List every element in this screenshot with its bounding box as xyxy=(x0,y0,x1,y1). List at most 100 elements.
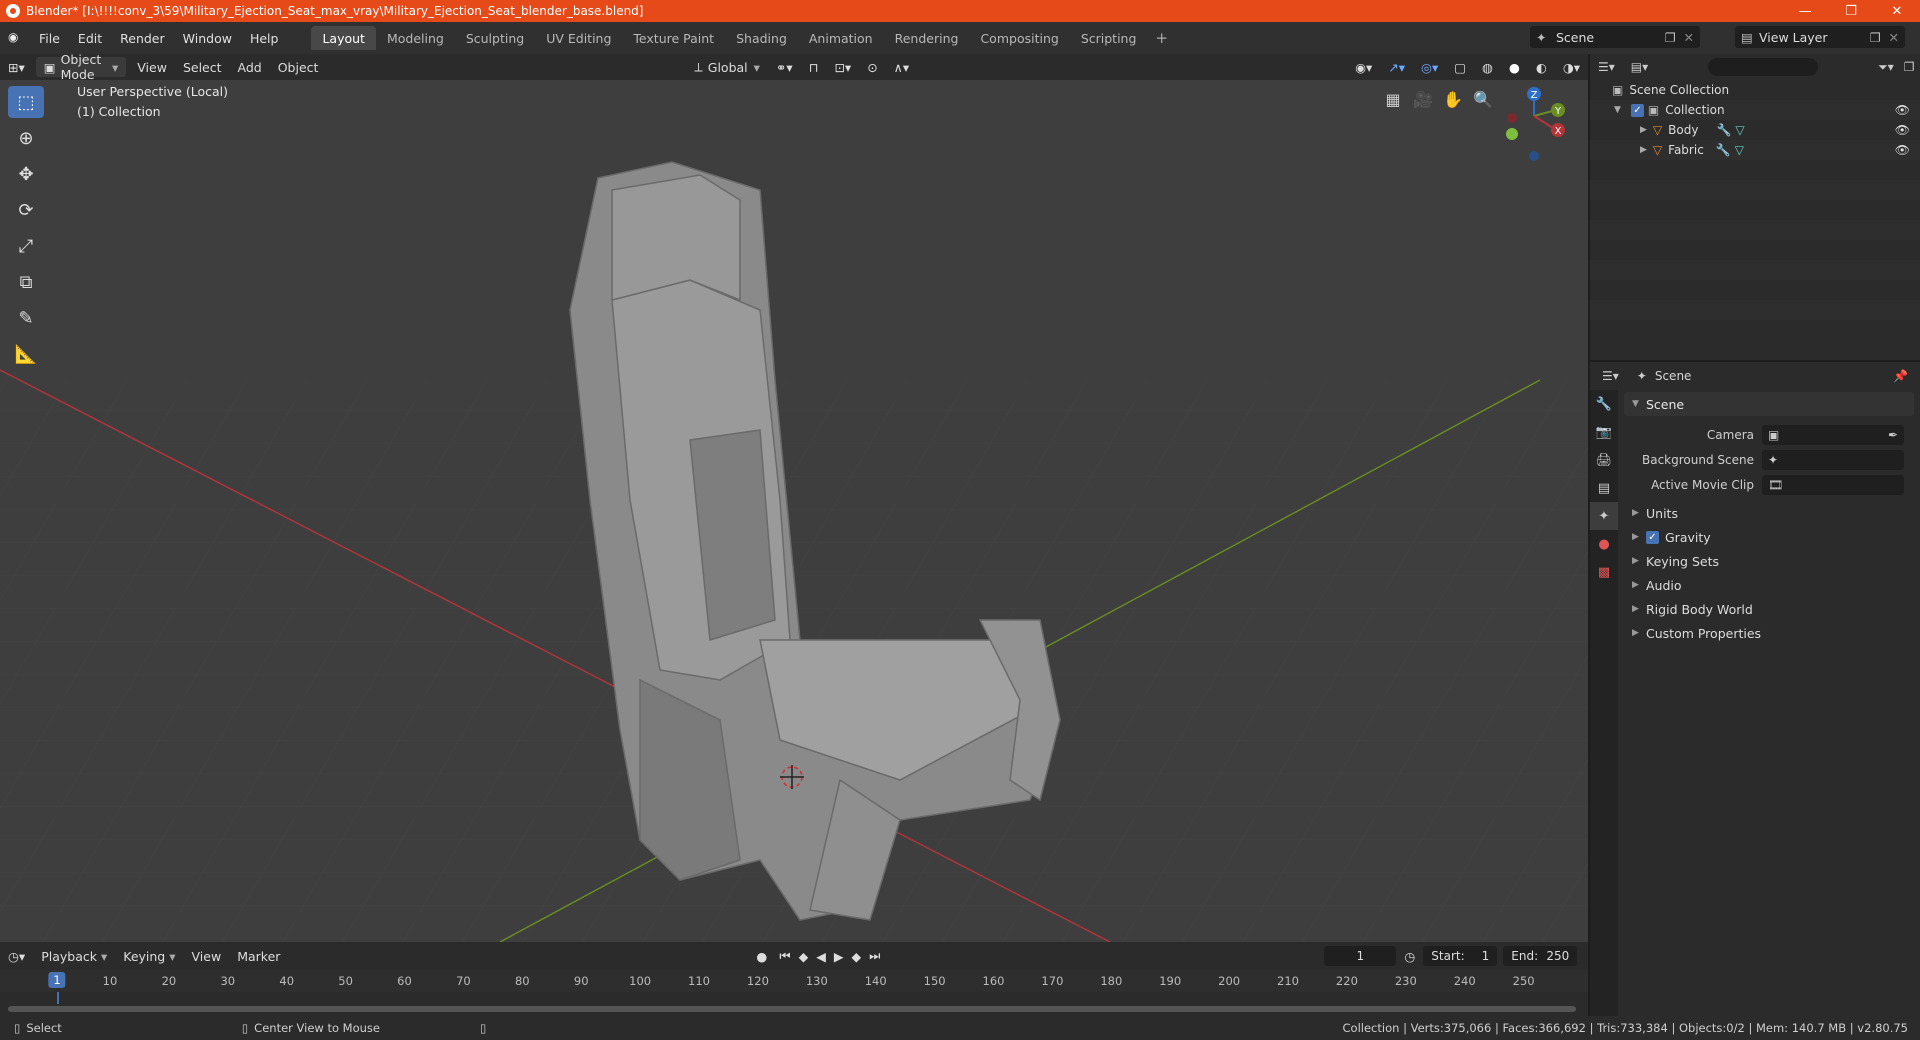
units-subpanel[interactable]: ▶ Units xyxy=(1624,501,1914,525)
falloff-icon[interactable]: ∧▾ xyxy=(886,57,917,77)
modifier-wrench-icon[interactable]: 🔧 xyxy=(1716,123,1731,137)
render-tab-icon[interactable]: 📷 xyxy=(1590,418,1618,446)
eyedropper-icon[interactable]: ✒ xyxy=(1888,428,1898,442)
world-tab-icon[interactable]: ● xyxy=(1590,530,1618,558)
outliner-search-input[interactable] xyxy=(1708,58,1819,76)
add-workspace-icon[interactable]: + xyxy=(1147,26,1176,50)
rendered-shading-icon[interactable]: ◑▾ xyxy=(1555,57,1588,77)
eye-icon[interactable]: 👁 xyxy=(1895,123,1910,137)
snap-icon[interactable]: ⊓ xyxy=(801,57,827,77)
play-reverse-icon[interactable]: ◀ xyxy=(812,946,830,966)
close-button[interactable]: ✕ xyxy=(1874,0,1920,22)
tab-texture-paint[interactable]: Texture Paint xyxy=(622,26,725,50)
tab-shading[interactable]: Shading xyxy=(725,26,798,50)
timeline[interactable]: 1 10 20 30 40 50 60 70 80 90 100 110 120 130 140 150 16… xyxy=(0,970,1588,1016)
menu-keying[interactable]: Keying ▾ xyxy=(115,946,183,966)
expand-arrow-icon[interactable]: ▼ xyxy=(1614,105,1621,115)
background-scene-field[interactable]: ✦ xyxy=(1762,449,1904,470)
tab-sculpting[interactable]: Sculpting xyxy=(455,26,535,50)
3d-viewport[interactable]: Z Y X User Perspective (Local) (1) Colle… xyxy=(0,80,1588,942)
menu-render[interactable]: Render xyxy=(111,31,174,46)
pan-hand-icon[interactable]: ✋ xyxy=(1438,86,1468,112)
audio-subpanel[interactable]: ▶ Audio xyxy=(1624,573,1914,597)
mesh-data-icon[interactable]: ▽ xyxy=(1735,123,1744,137)
menu-timeline-view[interactable]: View xyxy=(184,946,230,966)
outliner-row-body[interactable]: ▶ ▽ Body 🔧 ▽ 👁 xyxy=(1590,120,1920,140)
snap-target-icon[interactable]: ⊡▾ xyxy=(826,57,859,77)
mode-dropdown[interactable]: ▣ Object Mode ▾ xyxy=(35,52,127,82)
expand-arrow-icon[interactable]: ▶ xyxy=(1640,125,1647,135)
record-icon[interactable]: ● xyxy=(748,946,775,966)
tab-uv-editing[interactable]: UV Editing xyxy=(535,26,622,50)
gravity-subpanel[interactable]: ▶ ✓ Gravity xyxy=(1624,525,1914,549)
menu-edit[interactable]: Edit xyxy=(69,31,111,46)
properties-editor-icon[interactable]: ☰▾ xyxy=(1602,369,1619,383)
select-box-tool-icon[interactable]: ⬚ xyxy=(8,86,44,118)
annotate-tool-icon[interactable]: ✎ xyxy=(8,302,44,334)
camera-view-icon[interactable]: 🎥 xyxy=(1408,86,1438,112)
pin-icon[interactable]: 📌 xyxy=(1893,369,1908,383)
playhead[interactable] xyxy=(57,992,59,1004)
tab-animation[interactable]: Animation xyxy=(798,26,884,50)
grid-view-icon[interactable]: ▦ xyxy=(1378,86,1408,112)
menu-window[interactable]: Window xyxy=(174,31,241,46)
menu-view[interactable]: View xyxy=(129,57,175,77)
jump-start-icon[interactable]: ⏮ xyxy=(775,946,794,966)
scene-tab-icon[interactable]: ✦ xyxy=(1590,502,1618,530)
view-layer-tab-icon[interactable]: ▤ xyxy=(1590,474,1618,502)
texture-tab-icon[interactable]: ▩ xyxy=(1590,558,1618,586)
gravity-checkbox[interactable]: ✓ xyxy=(1646,530,1659,544)
new-collection-icon[interactable]: ❐ xyxy=(1904,60,1915,74)
blender-menu-icon[interactable]: ◉ xyxy=(8,30,24,46)
remove-view-layer-icon[interactable]: ✕ xyxy=(1889,30,1899,45)
minimize-button[interactable]: — xyxy=(1782,0,1828,22)
duplicate-scene-icon[interactable]: ❐ xyxy=(1665,30,1676,45)
active-movie-clip-field[interactable]: 🎞 xyxy=(1762,474,1904,495)
keying-sets-subpanel[interactable]: ▶ Keying Sets xyxy=(1624,549,1914,573)
wireframe-shading-icon[interactable]: ◍ xyxy=(1474,57,1501,77)
expand-arrow-icon[interactable]: ▶ xyxy=(1640,145,1647,155)
rigid-body-world-subpanel[interactable]: ▶ Rigid Body World xyxy=(1624,597,1914,621)
jump-end-icon[interactable]: ⏭ xyxy=(865,946,884,966)
end-frame-field[interactable]: End: 250 xyxy=(1503,946,1578,966)
navigation-gizmo[interactable]: Z Y X xyxy=(1506,87,1565,161)
eye-icon[interactable]: 👁 xyxy=(1895,143,1910,157)
transform-tool-icon[interactable]: ⧉ xyxy=(8,266,44,298)
exclude-checkbox[interactable]: ✓ xyxy=(1630,103,1644,117)
prev-keyframe-icon[interactable]: ◆ xyxy=(795,946,813,966)
timeline-ruler[interactable]: 1 10 20 30 40 50 60 70 80 90 100 110 120 130 140 150 16… xyxy=(0,970,1588,992)
display-mode-icon[interactable]: ▤▾ xyxy=(1631,60,1648,74)
proportional-edit-icon[interactable]: ⊙ xyxy=(859,57,885,77)
measure-tool-icon[interactable]: 📐 xyxy=(8,338,44,370)
maximize-button[interactable]: ❐ xyxy=(1828,0,1874,22)
tab-scripting[interactable]: Scripting xyxy=(1070,26,1148,50)
modifier-wrench-icon[interactable]: 🔧 xyxy=(1716,143,1731,157)
outliner-row-collection[interactable]: ▼ ✓ ▣ Collection 👁 xyxy=(1590,100,1920,120)
menu-file[interactable]: File xyxy=(30,31,69,46)
rotate-tool-icon[interactable]: ⟳ xyxy=(8,194,44,226)
custom-properties-subpanel[interactable]: ▶ Custom Properties xyxy=(1624,621,1914,645)
scene-selector[interactable]: ✦ Scene ❐ ✕ xyxy=(1530,26,1700,48)
play-icon[interactable]: ▶ xyxy=(830,946,848,966)
scene-panel-header[interactable]: ▼ Scene xyxy=(1624,392,1914,416)
outliner-editor-icon[interactable]: ☰▾ xyxy=(1598,60,1615,74)
tab-rendering[interactable]: Rendering xyxy=(884,26,970,50)
start-frame-field[interactable]: Start: 1 xyxy=(1423,946,1498,966)
mesh-data-icon[interactable]: ▽ xyxy=(1735,143,1744,157)
scale-tool-icon[interactable]: ⤢ xyxy=(8,230,44,262)
menu-help[interactable]: Help xyxy=(241,31,288,46)
tool-tab-icon[interactable]: 🔧 xyxy=(1590,390,1618,418)
timeline-scrollbar[interactable] xyxy=(8,1006,1576,1012)
tab-layout[interactable]: Layout xyxy=(311,26,376,50)
eye-icon[interactable]: 👁 xyxy=(1895,103,1910,117)
output-tab-icon[interactable]: 🖨 xyxy=(1590,446,1618,474)
overlay-toggle-icon[interactable]: ◎▾ xyxy=(1413,57,1446,77)
visibility-icon[interactable]: ◉▾ xyxy=(1347,57,1380,77)
outliner-row-fabric[interactable]: ▶ ▽ Fabric 🔧 ▽ 👁 xyxy=(1590,140,1920,160)
next-keyframe-icon[interactable]: ◆ xyxy=(847,946,865,966)
current-frame-field[interactable]: 1 xyxy=(1324,946,1397,966)
menu-marker[interactable]: Marker xyxy=(229,946,288,966)
material-shading-icon[interactable]: ◐ xyxy=(1528,57,1555,77)
timeline-editor-icon[interactable]: ◷▾ xyxy=(0,946,33,966)
xray-icon[interactable]: ▢ xyxy=(1446,57,1474,77)
